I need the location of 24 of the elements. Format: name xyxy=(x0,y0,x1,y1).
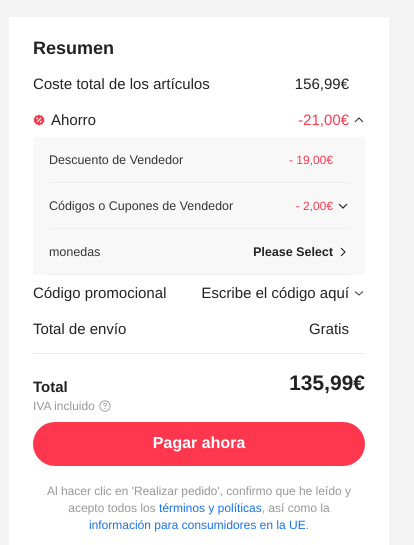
policy-link[interactable]: información para consumidores en la UE xyxy=(88,518,306,532)
row-label: Total de envío xyxy=(33,320,126,338)
row-label: Código promocional xyxy=(33,284,166,302)
help-icon[interactable] xyxy=(98,400,111,412)
row-value: 156,99€ xyxy=(294,76,350,92)
row-value: - 19,00€ xyxy=(288,152,333,166)
select-link[interactable]: Please Select xyxy=(253,244,333,258)
row-label: Códigos o Cupones de Vendedor xyxy=(49,198,234,212)
row-label: Descuento de Vendedor xyxy=(49,152,184,166)
row-value: - 2,00€ xyxy=(296,198,333,212)
row-label: Ahorro xyxy=(51,112,96,128)
policy-link[interactable]: términos y políticas xyxy=(159,501,262,515)
tax-note: IVA incluido xyxy=(33,399,95,413)
total-label: Total xyxy=(33,379,68,396)
promo-code-field[interactable]: Escribe el código aquí xyxy=(201,284,349,302)
total-value: 135,99€ xyxy=(289,372,365,396)
row-label: monedas xyxy=(49,244,100,258)
pay-button[interactable]: Pagar ahora xyxy=(33,422,365,466)
row-value: -21,00€ xyxy=(298,112,349,128)
summary-title: Resumen xyxy=(33,37,116,59)
row-label: Coste total de los artículos xyxy=(33,76,210,92)
row-value: Gratis xyxy=(308,320,350,338)
disclaimer-text: Al hacer clic en 'Realizar pedido', confirmo que he leído y acepto todos los términos y políticas, así como la información para consumidores en la UE. xyxy=(46,483,352,534)
discount-icon xyxy=(33,114,45,126)
